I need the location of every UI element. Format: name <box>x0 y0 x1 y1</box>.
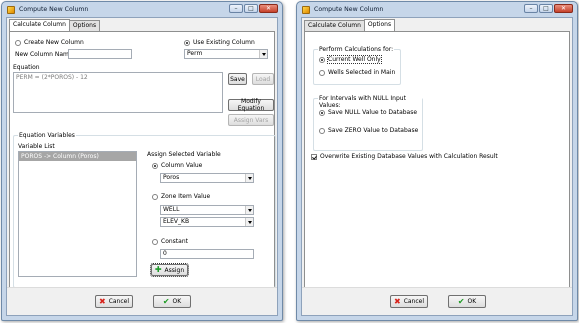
constant-label: Constant <box>161 238 188 245</box>
maximize-icon[interactable]: □ <box>539 4 553 13</box>
constant-input[interactable]: 0 <box>160 249 254 259</box>
existing-column-select[interactable]: Perm <box>184 49 268 59</box>
assign-selected-variable-label: Assign Selected Variable <box>147 151 221 158</box>
close-icon[interactable]: ✕ <box>554 4 573 13</box>
chevron-down-icon[interactable] <box>245 218 253 226</box>
save-null-radio[interactable] <box>319 110 325 116</box>
zone-select-1[interactable]: WELL <box>160 205 254 215</box>
options-page: Perform Calculations for: Current Well O… <box>304 31 570 293</box>
column-value-label: Column Value <box>161 162 203 169</box>
create-new-column-label: Create New Column <box>24 39 84 46</box>
ok-button[interactable]: ✔ OK <box>448 295 486 308</box>
left-tab-strip: Calculate Column Options <box>9 19 101 31</box>
variable-list[interactable]: POROS -> Column (Poros) <box>18 151 137 277</box>
calculator-app-icon <box>7 5 15 14</box>
calculator-app-icon <box>302 5 310 14</box>
red-x-icon: ✖ <box>98 297 106 306</box>
ok-label: OK <box>172 298 182 305</box>
modify-equation-label: Modify Equation <box>237 98 265 112</box>
overwrite-checkbox[interactable] <box>311 154 317 160</box>
ok-button[interactable]: ✔ OK <box>153 295 191 308</box>
current-well-only-label: Current Well Only <box>327 55 382 64</box>
calculate-column-page: Create New Column Use Existing Column Ne… <box>9 31 276 293</box>
green-check-icon: ✔ <box>162 297 170 306</box>
perform-calculations-group: Perform Calculations for: <box>313 46 401 85</box>
null-intervals-title: For Intervals with NULL Input Values: <box>318 95 422 109</box>
cancel-button[interactable]: ✖ Cancel <box>390 295 428 308</box>
save-button[interactable]: Save <box>228 73 247 85</box>
tab-options[interactable]: Options <box>363 19 396 31</box>
column-value-radio[interactable] <box>152 163 158 169</box>
wells-selected-radio[interactable] <box>319 70 325 76</box>
minimize-icon[interactable]: – <box>229 4 243 13</box>
new-column-name-label: New Column Name <box>15 51 73 58</box>
modify-equation-button[interactable]: Modify Equation <box>228 98 274 112</box>
column-value-selected: Poros <box>163 174 180 181</box>
zone-select-2[interactable]: ELEV_KB <box>160 217 254 227</box>
right-title-bar[interactable]: Compute New Column – □ ✕ <box>297 2 577 17</box>
save-zero-label: Save ZERO Value to Database <box>328 127 419 134</box>
tab-calculate-column[interactable]: Calculate Column <box>304 20 365 31</box>
zone-item-value-label: Zone Item Value <box>161 193 211 200</box>
new-column-name-input[interactable] <box>68 49 132 59</box>
green-check-icon: ✔ <box>457 297 465 306</box>
minimize-icon[interactable]: – <box>524 4 538 13</box>
left-dialog-window: Compute New Column – □ ✕ Calculate Colum… <box>1 1 283 321</box>
green-plus-icon: ✚ <box>154 265 162 274</box>
equation-variables-title: Equation Variables <box>18 132 76 139</box>
constant-radio[interactable] <box>152 239 158 245</box>
left-client-area: Calculate Column Options Create New Colu… <box>6 17 278 316</box>
ok-label: OK <box>467 298 477 305</box>
chevron-down-icon[interactable] <box>245 174 253 182</box>
equation-label: Equation <box>13 64 40 71</box>
cancel-label: Cancel <box>403 298 425 305</box>
left-window-title: Compute New Column <box>19 6 89 13</box>
left-title-bar[interactable]: Compute New Column – □ ✕ <box>2 2 282 17</box>
variable-list-item-selected[interactable]: POROS -> Column (Poros) <box>19 152 136 161</box>
right-dialog-window: Compute New Column – □ ✕ Calculate Colum… <box>296 1 578 321</box>
perform-calculations-title: Perform Calculations for: <box>318 46 395 53</box>
load-label: Load <box>255 75 271 83</box>
overwrite-label: Overwrite Existing Database Values with … <box>320 153 498 160</box>
save-zero-radio[interactable] <box>319 128 325 134</box>
maximize-icon[interactable]: □ <box>244 4 258 13</box>
use-existing-column-radio[interactable] <box>184 40 190 46</box>
zone-item-value-radio[interactable] <box>152 194 158 200</box>
tab-calculate-column[interactable]: Calculate Column <box>9 19 70 31</box>
assign-vars-button[interactable]: Assign Vars <box>228 114 274 126</box>
assign-vars-label: Assign Vars <box>233 116 269 124</box>
left-button-bar: ✖ Cancel ✔ OK <box>7 287 277 315</box>
right-tab-strip: Calculate Column Options <box>304 19 396 31</box>
assign-label: Assign <box>164 266 185 274</box>
cancel-label: Cancel <box>108 298 130 305</box>
variable-list-label: Variable List <box>18 143 55 150</box>
current-well-only-radio[interactable] <box>319 57 325 63</box>
zone-value-1: WELL <box>163 206 180 213</box>
equation-text: PERM = (2*POROS) - 12 <box>16 74 88 81</box>
right-client-area: Calculate Column Options Perform Calcula… <box>301 17 573 316</box>
wells-selected-label: Wells Selected in Main <box>328 69 396 76</box>
existing-column-value: Perm <box>187 50 203 57</box>
create-new-column-radio[interactable] <box>15 40 21 46</box>
equation-textarea[interactable]: PERM = (2*POROS) - 12 <box>13 72 223 113</box>
red-x-icon: ✖ <box>393 297 401 306</box>
save-null-label: Save NULL Value to Database <box>328 109 418 116</box>
column-value-select[interactable]: Poros <box>160 173 254 183</box>
chevron-down-icon[interactable] <box>245 206 253 214</box>
right-button-bar: ✖ Cancel ✔ OK <box>302 287 572 315</box>
assign-button[interactable]: ✚ Assign <box>150 263 189 277</box>
save-label: Save <box>230 75 245 83</box>
load-button[interactable]: Load <box>252 73 274 85</box>
cancel-button[interactable]: ✖ Cancel <box>95 295 133 308</box>
use-existing-column-label: Use Existing Column <box>193 39 255 46</box>
chevron-down-icon[interactable] <box>259 50 267 58</box>
tab-options[interactable]: Options <box>68 20 101 31</box>
right-window-title: Compute New Column <box>314 6 384 13</box>
close-icon[interactable]: ✕ <box>259 4 278 13</box>
zone-value-2: ELEV_KB <box>163 218 190 225</box>
null-intervals-group: For Intervals with NULL Input Values: <box>313 95 423 151</box>
